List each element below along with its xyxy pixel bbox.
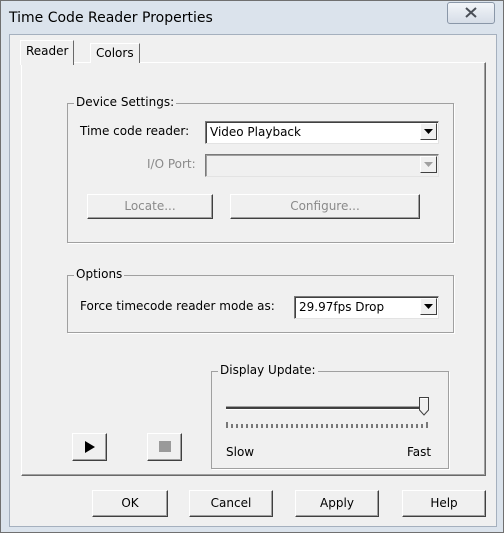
title-bar: Time Code Reader Properties [1,1,503,35]
apply-button[interactable]: Apply [295,490,379,517]
options-label: Options [74,267,125,281]
chevron-down-icon [424,304,433,309]
play-button[interactable] [72,433,107,461]
device-settings-group: Device Settings: Time code reader: Video… [67,95,454,243]
device-settings-label: Device Settings: [74,95,177,109]
stop-icon [159,441,171,452]
cancel-button[interactable]: Cancel [189,490,273,517]
tab-reader[interactable]: Reader [20,40,75,65]
io-port-dropdown-button[interactable] [420,156,437,173]
display-update-group: Display Update: Slow Fast [211,363,449,469]
tab-colors-label: Colors [96,46,134,60]
io-port-label: I/O Port: [147,157,196,171]
chevron-down-icon [424,129,433,134]
configure-button[interactable]: Configure... [230,194,420,219]
ok-button[interactable]: OK [92,490,168,517]
properties-dialog: Time Code Reader Properties Reader Color… [0,0,504,533]
display-update-slider-thumb[interactable] [419,397,429,416]
stop-button[interactable] [147,433,182,461]
force-mode-dropdown-button[interactable] [420,298,437,315]
play-icon [85,441,95,453]
dialog-client-area: Reader Colors Device Settings: Time code… [9,34,497,527]
force-mode-value: 29.97fps Drop [299,300,385,314]
chevron-down-icon [424,162,433,167]
display-update-label: Display Update: [218,363,318,377]
fast-label: Fast [407,445,432,459]
time-code-reader-dropdown-button[interactable] [420,123,437,140]
time-code-reader-value: Video Playback [210,125,301,139]
tab-reader-label: Reader [26,44,69,58]
tab-panel-reader: Reader Colors Device Settings: Time code… [20,40,486,476]
close-button[interactable] [447,2,495,24]
time-code-reader-label: Time code reader: [80,124,190,138]
help-button[interactable]: Help [402,490,486,517]
force-mode-label: Force timecode reader mode as: [80,299,275,313]
time-code-reader-select[interactable]: Video Playback [205,121,439,144]
close-icon [465,7,477,18]
display-update-slider-ticks [226,422,428,428]
locate-button[interactable]: Locate... [87,194,213,219]
window-title: Time Code Reader Properties [9,10,213,26]
display-update-slider-track[interactable] [226,406,428,410]
tab-colors[interactable]: Colors [90,43,140,63]
io-port-select[interactable] [205,154,439,177]
options-group: Options Force timecode reader mode as: 2… [67,267,454,333]
force-mode-select[interactable]: 29.97fps Drop [294,296,439,319]
slow-label: Slow [226,445,255,459]
